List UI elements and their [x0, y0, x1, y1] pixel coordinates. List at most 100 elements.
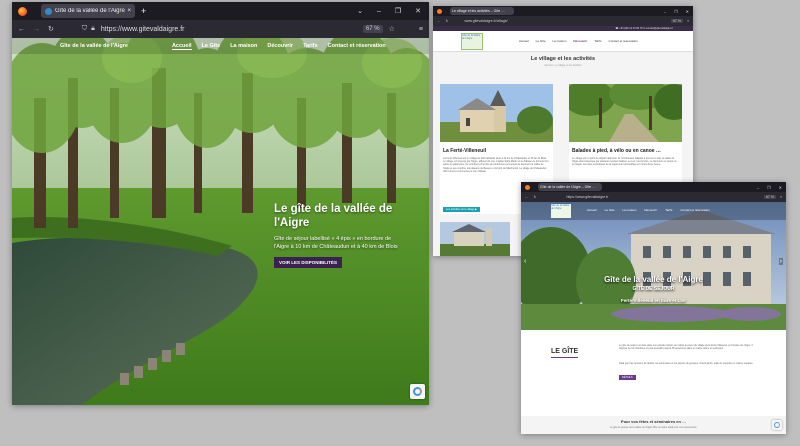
breadcrumb: Accueil › Le village et les activités	[544, 64, 582, 67]
nav-contact[interactable]: Contact et réservation	[680, 208, 709, 212]
tab-bar: Gîte de la vallée de l'Aigre – Gîte … × …	[12, 2, 429, 20]
nav-la-maison[interactable]: La maison	[623, 208, 637, 212]
menu-icon[interactable]: ≡	[419, 26, 423, 33]
reload-icon[interactable]: ↻	[48, 25, 54, 33]
nav-le-gite[interactable]: Le Gîte	[202, 43, 221, 49]
close-window-button[interactable]: ✕	[415, 7, 421, 15]
card-text: Le village est un point de départ idéal …	[572, 157, 677, 167]
tab-close-icon[interactable]: ×	[127, 8, 131, 14]
nav-contact[interactable]: Contact et réservation	[328, 43, 386, 49]
maximize-button[interactable]: ❐	[767, 185, 771, 190]
minimize-button[interactable]: –	[757, 185, 759, 190]
zoom-indicator[interactable]: 67 %	[362, 25, 383, 33]
card-title[interactable]: La Ferté-Villeneuil	[443, 148, 550, 154]
lock-icon[interactable]: 🔒︎	[91, 25, 95, 33]
forward-icon[interactable]: →	[33, 26, 40, 33]
window-controls: ⌄ – ❐ ✕	[357, 2, 429, 20]
site-logo[interactable]: Gîte de la Vallée de l'Aigre	[551, 204, 571, 218]
dropdown-tabs-icon[interactable]: ⌄	[357, 7, 363, 15]
recaptcha-badge[interactable]	[772, 420, 782, 430]
menu-icon[interactable]: ≡	[687, 19, 689, 23]
site-logo[interactable]: Gîte de la Vallée de l'Aigre	[461, 33, 483, 50]
firefox-logo-icon[interactable]	[437, 8, 442, 14]
nav-accueil[interactable]: Accueil	[587, 208, 597, 212]
hero-description: Gîte de séjour labellisé « 4 épis » en b…	[274, 236, 398, 250]
nav-decouvrir[interactable]: Découvrir	[644, 208, 657, 212]
nav-la-maison[interactable]: La maison	[230, 43, 257, 49]
section-title: LE GÎTE	[551, 348, 579, 358]
card-title[interactable]: Balades à pied, à vélo ou en canoe …	[572, 148, 679, 154]
zoom-indicator[interactable]: 67 %	[763, 195, 776, 199]
window-controls: – ❐ ✕	[664, 6, 693, 16]
minimize-button[interactable]: –	[664, 9, 666, 14]
address-bar[interactable]: https://www.gitevaldaigre.fr	[566, 195, 764, 199]
recaptcha-badge[interactable]	[410, 384, 425, 399]
nav-accueil[interactable]: Accueil	[519, 39, 529, 43]
nav-accueil[interactable]: Accueil	[171, 43, 192, 50]
site-title[interactable]: Gîte de la vallée de l'Aigre	[60, 43, 128, 49]
address-bar[interactable]: https://www.gitevaldaigre.fr	[101, 26, 363, 33]
hero-section: Gîte de la Vallée de l'Aigre Accueil Le …	[521, 202, 786, 330]
section-title: Pour vos fêtes et séminaires en …	[620, 419, 687, 424]
church-photo	[440, 84, 553, 142]
section-fetes: Pour vos fêtes et séminaires en … Le gît…	[521, 416, 786, 434]
availability-button[interactable]: VOIR LES DISPONIBILITÉS	[274, 257, 343, 268]
nav-tarifs[interactable]: Tarifs	[665, 208, 672, 212]
nav-la-maison[interactable]: La maison	[553, 39, 567, 43]
browser-tab-active[interactable]: Gîte de la vallée de l'Aigre – Gîte …	[538, 183, 602, 191]
nav-contact[interactable]: Contact et réservation	[609, 39, 638, 43]
tab-title: Gîte de la vallée de l'Aigre – Gîte …	[540, 185, 596, 189]
address-bar[interactable]: www.gitevaldaigre.fr/village/	[464, 19, 671, 23]
contact-info: ☎ +33 (0)6 12 34 56 78 ✉ contact@giteval…	[615, 27, 673, 30]
village-activities-button[interactable]: Les activités sur le village ▶	[443, 207, 480, 212]
page-title: Le village et les activités	[530, 56, 596, 62]
reload-icon[interactable]: ↻	[534, 195, 537, 199]
tab-title: Le village et les activités – Gîte …	[452, 9, 505, 13]
details-button[interactable]: DÉTAILS	[619, 375, 636, 380]
maximize-button[interactable]: ❐	[395, 7, 401, 15]
slider-next-icon[interactable]: ›	[778, 258, 783, 265]
slider-prev-icon[interactable]: ‹	[524, 258, 526, 265]
hero-title: Gîte de la vallée de l'Aigre	[604, 275, 703, 284]
hero-title: Le gîte de la vallée de l'Aigre	[274, 203, 393, 229]
navigation-toolbar: ← ↻ www.gitevaldaigre.fr/village/ 67 % ≡	[433, 16, 693, 26]
section-text: Le gîte de séjour est situé dans une gra…	[619, 344, 753, 351]
nav-decouvrir[interactable]: Découvrir	[267, 43, 293, 49]
back-icon[interactable]: ←	[18, 26, 25, 33]
tab-bar: Gîte de la vallée de l'Aigre – Gîte … – …	[521, 182, 786, 192]
tab-bar: Le village et les activités – Gîte … – ❐…	[433, 6, 693, 16]
section-text-2: Idéal pour les réunions de famille, les …	[619, 362, 754, 365]
browser-tab-active[interactable]: Le village et les activités – Gîte …	[450, 7, 514, 15]
nav-decouvrir[interactable]: Découvrir	[573, 39, 587, 43]
new-tab-button[interactable]: +	[141, 6, 146, 16]
firefox-logo-icon[interactable]	[525, 184, 530, 190]
browser-tab-active[interactable]: Gîte de la vallée de l'Aigre – Gîte … ×	[41, 4, 135, 18]
close-window-button[interactable]: ✕	[686, 9, 689, 14]
site-header: Gîte de la Vallée de l'Aigre Accueil Le …	[521, 202, 786, 220]
minimize-button[interactable]: –	[377, 8, 381, 15]
window-controls: – ❐ ✕	[757, 182, 786, 192]
zoom-indicator[interactable]: 67 %	[670, 19, 683, 23]
nav-le-gite[interactable]: Le Gîte	[605, 208, 615, 212]
wordpress-favicon-icon	[45, 7, 52, 15]
back-icon[interactable]: ←	[437, 19, 441, 23]
maximize-button[interactable]: ❐	[674, 9, 678, 14]
back-icon[interactable]: ←	[525, 195, 529, 199]
page-viewport: Gîte de la vallée de l'Aigre Accueil Le …	[12, 38, 429, 405]
shield-icon[interactable]: ⛉	[82, 25, 87, 33]
browser-window-home-v2: Gîte de la vallée de l'Aigre – Gîte … – …	[521, 182, 786, 434]
section-text: Le gîte de groupe de la vallée de l'Aigr…	[609, 426, 698, 429]
hero-location: Ferté-Villeneuil en Eure et Loir	[621, 298, 686, 303]
bookmark-star-icon[interactable]: ☆	[389, 25, 395, 33]
nav-tarifs[interactable]: Tarifs	[303, 43, 318, 49]
menu-icon[interactable]: ≡	[780, 195, 782, 199]
nav-tarifs[interactable]: Tarifs	[594, 39, 601, 43]
card-text: La Ferté-Villeneuil est un village de 40…	[443, 157, 549, 173]
navigation-toolbar: ← → ↻ ⛉ 🔒︎ https://www.gitevaldaigre.fr …	[12, 20, 429, 38]
firefox-logo-icon[interactable]	[18, 6, 27, 16]
hero-text-block: Le gîte de la vallée de l'Aigre Gîte de …	[274, 202, 404, 269]
close-window-button[interactable]: ✕	[779, 185, 782, 190]
nav-le-gite[interactable]: Le Gîte	[536, 39, 546, 43]
main-nav: Accueil Le Gîte La maison Découvrir Tari…	[587, 208, 710, 212]
reload-icon[interactable]: ↻	[446, 19, 449, 23]
